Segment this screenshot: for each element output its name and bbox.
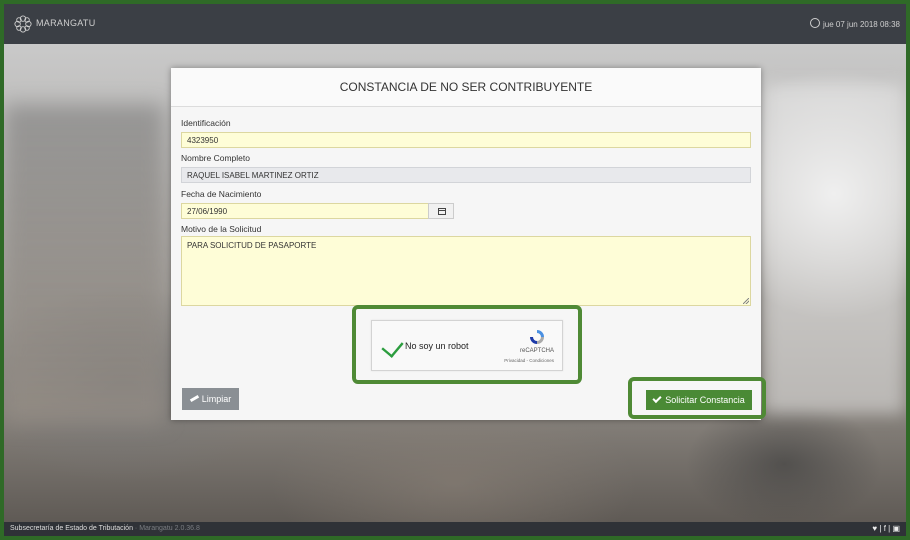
recaptcha-widget[interactable]: No soy un robot reCAPTCHA Privacidad - C… — [371, 320, 563, 371]
motivo-label: Motivo de la Solicitud — [181, 224, 262, 234]
identificacion-input[interactable]: 4323950 — [181, 132, 751, 148]
captcha-label: No soy un robot — [405, 341, 469, 351]
calendar-icon — [438, 208, 446, 215]
background-shape — [4, 104, 164, 424]
datetime-text: jue 07 jun 2018 08:38 — [823, 20, 900, 29]
fecha-label: Fecha de Nacimiento — [181, 189, 262, 199]
nombre-label: Nombre Completo — [181, 153, 250, 163]
checkmark-icon[interactable] — [381, 335, 404, 358]
session-datetime: jue 07 jun 2018 08:38 — [810, 18, 900, 29]
fecha-nacimiento-input[interactable]: 27/06/1990 — [181, 203, 429, 219]
constancia-form-card: CONSTANCIA DE NO SER CONTRIBUYENTE Ident… — [171, 68, 766, 420]
eraser-icon — [189, 394, 199, 403]
motivo-textarea[interactable]: PARA SOLICITUD DE PASAPORTE — [181, 236, 751, 306]
resize-grip-icon[interactable] — [743, 298, 749, 304]
top-navbar: MARANGATU jue 07 jun 2018 08:38 — [4, 4, 906, 44]
recaptcha-brand: reCAPTCHA — [519, 348, 554, 354]
form-title: CONSTANCIA DE NO SER CONTRIBUYENTE — [171, 68, 761, 107]
limpiar-label: Limpiar — [201, 394, 232, 404]
marangatu-logo-icon — [14, 15, 32, 33]
nombre-field: RAQUEL ISABEL MARTINEZ ORTIZ — [181, 167, 751, 183]
footer-org: Subsecretaría de Estado de Tributación — [10, 525, 133, 532]
solicitar-constancia-button[interactable]: Solicitar Constancia — [646, 390, 752, 410]
footer-text: Subsecretaría de Estado de Tributación ·… — [10, 525, 200, 532]
recaptcha-logo-icon — [530, 330, 544, 344]
limpiar-button[interactable]: Limpiar — [182, 388, 239, 410]
recaptcha-links[interactable]: Privacidad - Condiciones — [504, 358, 554, 363]
app-window: MARANGATU jue 07 jun 2018 08:38 CONSTANC… — [4, 4, 906, 536]
brand-name: MARANGATU — [36, 18, 96, 28]
solicitar-label: Solicitar Constancia — [665, 395, 745, 405]
identificacion-label: Identificación — [181, 118, 231, 128]
clock-icon — [810, 18, 821, 28]
check-icon — [652, 393, 662, 404]
footer-version: · Marangatu 2.0.36.8 — [132, 525, 200, 532]
social-icons[interactable]: ♥ | f | ▣ — [872, 524, 900, 533]
footer: Subsecretaría de Estado de Tributación ·… — [4, 522, 906, 536]
calendar-button[interactable] — [428, 203, 454, 219]
background-shape — [764, 84, 904, 414]
